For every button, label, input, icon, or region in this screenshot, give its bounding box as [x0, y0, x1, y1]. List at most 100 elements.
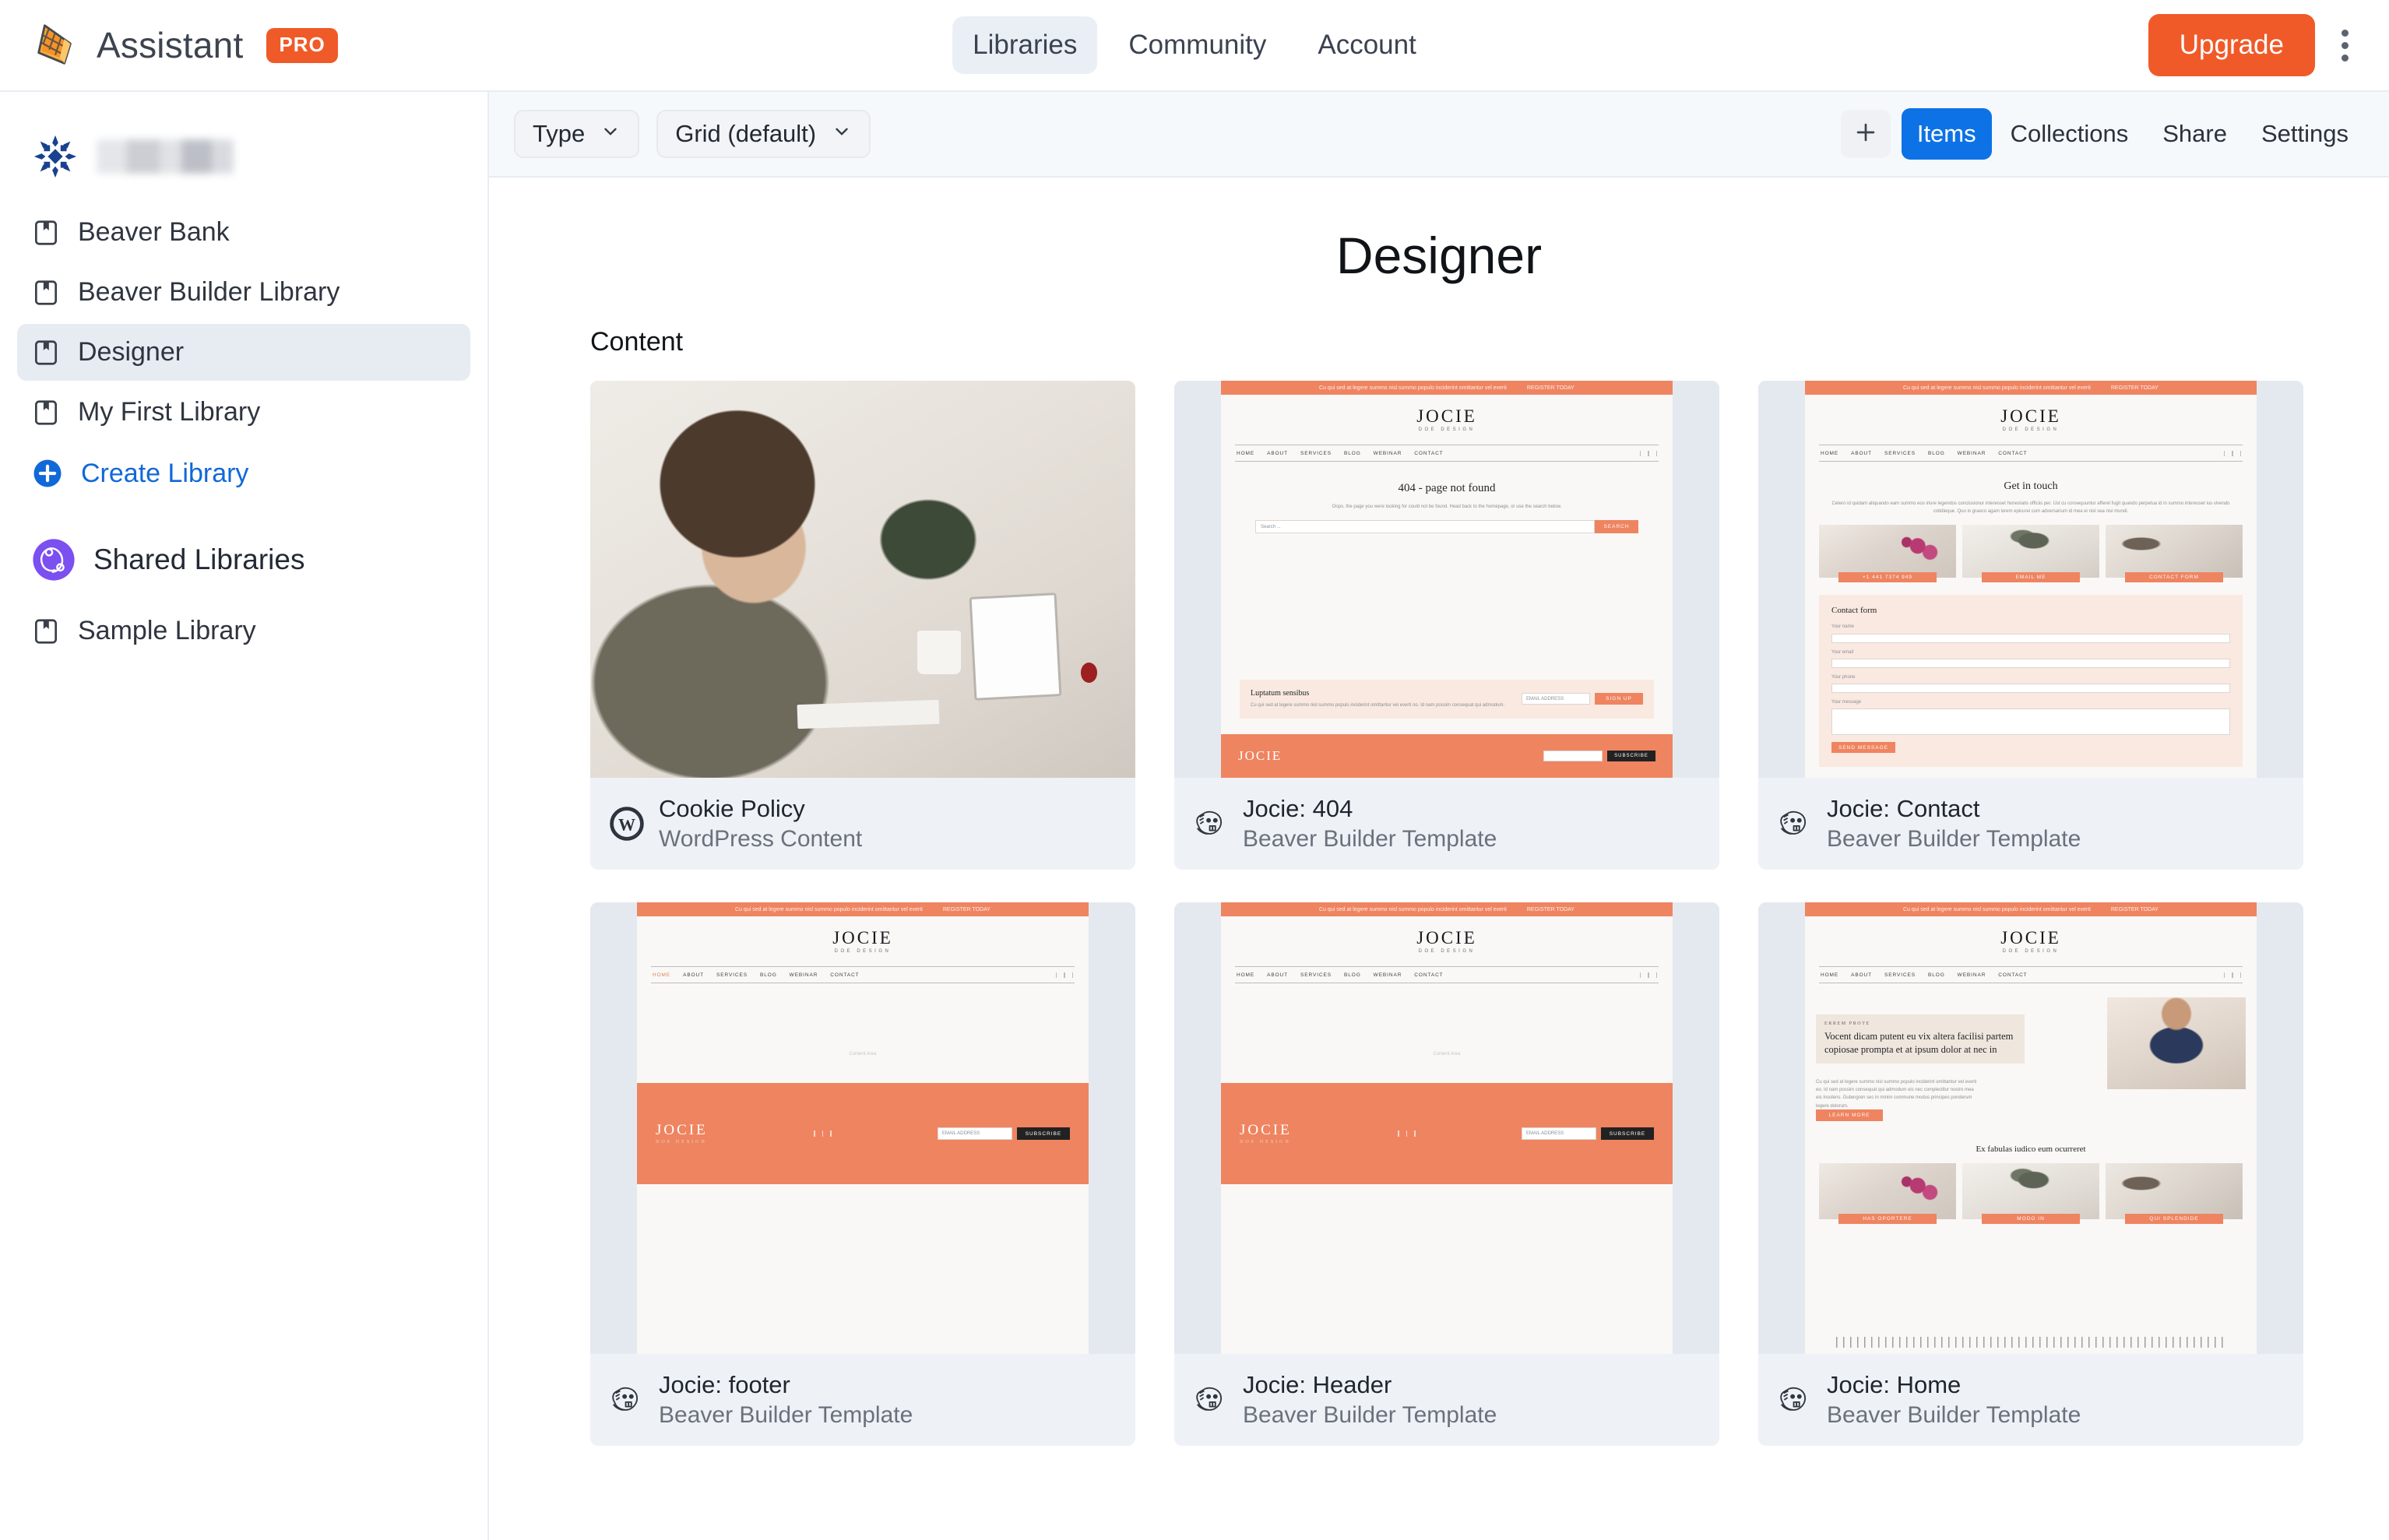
library-content-scroll[interactable]: Designer Content W Cookie Policy WordPre… — [489, 178, 2389, 1540]
page-title: Designer — [1335, 227, 1543, 284]
preview-contact-heading: Get in touch — [2004, 480, 2058, 492]
item-title: Jocie: Contact — [1827, 795, 1980, 822]
preview-nav-item: BLOG — [1343, 450, 1361, 456]
item-title: Jocie: 404 — [1243, 795, 1353, 822]
item-subtitle: Beaver Builder Template — [1243, 826, 1497, 852]
site-preview-contact: Cu qui sed at legere summo nisl summo po… — [1758, 381, 2303, 778]
item-thumbnail — [590, 381, 1135, 778]
preview-logo-main: JOCIE — [1416, 406, 1477, 426]
view-mode-label: Grid (default) — [675, 120, 817, 147]
sidebar-item-designer[interactable]: Designer — [17, 324, 470, 381]
preview-footer-email-placeholder: EMAIL ADDRESS — [941, 1130, 980, 1136]
preview-home-card-button: QUI SPLENDIDE — [2124, 1214, 2224, 1224]
preview-home-body: Cu qui sed at legere summo nisl summo po… — [1816, 1080, 1977, 1109]
preview-nav-item: CONTACT — [1414, 972, 1444, 978]
preview-logo-sub: DOE DESIGN — [1418, 949, 1476, 954]
preview-nav-item: WEBINAR — [1957, 972, 1986, 978]
sidebar-item-beaver-builder-library[interactable]: Beaver Builder Library — [17, 264, 470, 321]
create-library-button[interactable]: Create Library — [17, 444, 470, 503]
preview-404-search-button: SEARCH — [1595, 520, 1638, 534]
sidebar-item-my-first-library[interactable]: My First Library — [17, 384, 470, 441]
preview-announce-bar: Cu qui sed at legere summo nisl summo po… — [637, 902, 1089, 916]
item-card-cookie-policy[interactable]: W Cookie Policy WordPress Content — [590, 381, 1135, 870]
preview-contact-form-heading: Contact form — [1831, 606, 1877, 616]
preview-nav-item: SERVICES — [1300, 972, 1332, 978]
item-card-footer: W Cookie Policy WordPress Content — [590, 778, 1135, 870]
preview-logo-main: JOCIE — [832, 928, 893, 948]
library-bookmark-icon — [31, 617, 61, 646]
preview-home-section-heading: Ex fabulas iudico eum ocurreret — [1976, 1144, 2086, 1154]
shared-libraries-header[interactable]: Shared Libraries — [17, 506, 470, 603]
preview-home-heading: Vocent dicam putent eu vix altera facili… — [1824, 1031, 2014, 1055]
chevron-down-icon — [600, 120, 621, 148]
tab-collections[interactable]: Collections — [1995, 108, 2144, 160]
preview-contact-card-button: +1 441 7374 949 — [1838, 572, 1937, 583]
site-preview-header: Cu qui sed at legere summo nisl summo po… — [1174, 902, 1719, 1354]
preview-nav: HOME ABOUT SERVICES BLOG WEBINAR CONTACT — [651, 966, 1075, 983]
preview-nav-item: HOME — [1237, 972, 1255, 978]
preview-logo: JOCIE DOE DESIGN — [1221, 395, 1673, 440]
preview-nav-item: BLOG — [1927, 450, 1945, 456]
brand: Assistant PRO — [0, 21, 338, 69]
preview-contact-card-button: CONTACT FORM — [2124, 572, 2224, 583]
primary-nav: Libraries Community Account — [952, 16, 1437, 74]
more-vertical-icon[interactable] — [2335, 22, 2355, 69]
item-card-jocie-home[interactable]: Cu qui sed at legere summo nisl summo po… — [1758, 902, 2303, 1446]
sidebar-item-sample-library[interactable]: Sample Library — [17, 603, 470, 659]
beaver-builder-icon — [1193, 1382, 1229, 1418]
item-card-footer: Jocie: Header Beaver Builder Template — [1174, 1354, 1719, 1446]
tab-settings[interactable]: Settings — [2246, 108, 2364, 160]
preview-nav-item: CONTACT — [1414, 450, 1444, 456]
plus-circle-icon — [31, 457, 64, 490]
preview-home-eyebrow: ERREM PROTE — [1824, 1021, 1870, 1026]
item-subtitle: Beaver Builder Template — [1827, 826, 2081, 852]
library-bookmark-icon — [31, 398, 61, 427]
main-panel: Type Grid (default) Items Collections Sh… — [489, 92, 2389, 1540]
sidebar-item-label: Sample Library — [78, 616, 256, 645]
create-library-label: Create Library — [81, 458, 249, 488]
type-filter-select[interactable]: Type — [514, 110, 640, 158]
preview-404-newsletter-placeholder: EMAIL ADDRESS — [1526, 696, 1564, 701]
nav-account[interactable]: Account — [1297, 16, 1436, 74]
preview-announce-text: Cu qui sed at legere summo nisl summo po… — [1319, 385, 1507, 391]
nav-community[interactable]: Community — [1108, 16, 1286, 74]
sidebar-item-beaver-bank[interactable]: Beaver Bank — [17, 204, 470, 261]
team-header[interactable] — [17, 115, 470, 204]
preview-nav: HOME ABOUT SERVICES BLOG WEBINAR CONTACT — [1235, 966, 1659, 983]
add-item-button[interactable] — [1840, 110, 1891, 158]
view-mode-select[interactable]: Grid (default) — [656, 110, 871, 158]
sidebar: Beaver Bank Beaver Builder Library Desig… — [0, 92, 489, 1540]
item-subtitle: Beaver Builder Template — [1827, 1402, 2081, 1428]
item-card-footer: Jocie: 404 Beaver Builder Template — [1174, 778, 1719, 870]
preview-nav: HOME ABOUT SERVICES BLOG WEBINAR CONTACT — [1819, 966, 2243, 983]
tab-items[interactable]: Items — [1901, 108, 1992, 160]
preview-nav-item: ABOUT — [1267, 972, 1289, 978]
item-card-jocie-contact[interactable]: Cu qui sed at legere summo nisl summo po… — [1758, 381, 2303, 870]
item-card-jocie-header[interactable]: Cu qui sed at legere summo nisl summo po… — [1174, 902, 1719, 1446]
nav-libraries[interactable]: Libraries — [952, 16, 1098, 74]
preview-404-newsletter-body: Cu qui sed at legere summo nisl summo po… — [1251, 702, 1505, 708]
type-filter-label: Type — [533, 120, 586, 147]
shared-libraries-avatar-icon — [31, 537, 76, 582]
upgrade-button[interactable]: Upgrade — [2148, 14, 2315, 76]
preview-contact-body: Cetero id quidam aliquando eam summo eos… — [1831, 501, 2230, 515]
sidebar-item-label: Beaver Builder Library — [78, 277, 340, 307]
sidebar-item-label: Beaver Bank — [78, 217, 230, 247]
header-actions: Upgrade — [2148, 14, 2389, 76]
toolbar-actions: Items Collections Share Settings — [1840, 108, 2364, 160]
preview-nav-item: BLOG — [759, 972, 777, 978]
desk-photo — [590, 381, 1135, 778]
preview-logo-sub: DOE DESIGN — [2002, 949, 2060, 954]
item-card-jocie-404[interactable]: Cu qui sed at legere summo nisl summo po… — [1174, 381, 1719, 870]
item-card-jocie-footer[interactable]: Cu qui sed at legere summo nisl summo po… — [590, 902, 1135, 1446]
preview-logo-sub: DOE DESIGN — [2002, 427, 2060, 432]
preview-announce-cta: REGISTER TODAY — [942, 906, 990, 912]
preview-logo-main: JOCIE — [2000, 928, 2061, 948]
item-thumbnail: Cu qui sed at legere summo nisl summo po… — [1758, 902, 2303, 1354]
app-header: Assistant PRO Libraries Community Accoun… — [0, 0, 2389, 92]
tab-share[interactable]: Share — [2147, 108, 2243, 160]
item-title: Cookie Policy — [659, 795, 805, 822]
preview-content-area-label: Content Area — [1433, 1052, 1461, 1057]
preview-nav-item: HOME — [653, 972, 671, 978]
preview-form-label: Your name — [1831, 624, 1854, 630]
